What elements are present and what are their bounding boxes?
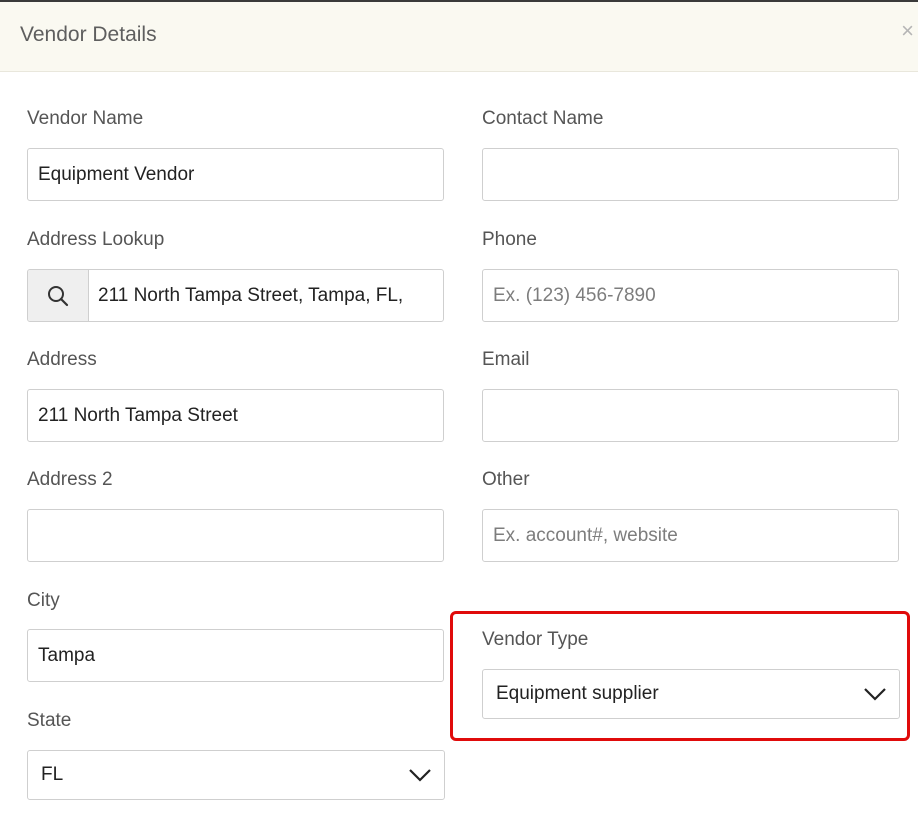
phone-placeholder: Ex. (123) 456-7890: [493, 285, 656, 306]
dialog-title: Vendor Details: [20, 23, 157, 46]
address-input[interactable]: 211 North Tampa Street: [27, 389, 444, 442]
email-input[interactable]: [482, 389, 899, 442]
chevron-down-icon: [409, 769, 431, 782]
state-label: State: [27, 710, 72, 731]
address-value: 211 North Tampa Street: [38, 405, 238, 426]
phone-input[interactable]: Ex. (123) 456-7890: [482, 269, 899, 322]
address-label: Address: [27, 349, 97, 370]
phone-label: Phone: [482, 229, 537, 250]
address-lookup-label: Address Lookup: [27, 229, 165, 250]
close-icon[interactable]: ×: [901, 20, 914, 42]
vendor-name-label: Vendor Name: [27, 108, 144, 129]
other-label: Other: [482, 469, 530, 490]
address2-label: Address 2: [27, 469, 113, 490]
address-lookup-input[interactable]: 211 North Tampa Street, Tampa, FL,: [27, 269, 444, 322]
other-placeholder: Ex. account#, website: [493, 525, 678, 546]
dialog-header: Vendor Details ×: [0, 2, 918, 72]
vendor-name-input[interactable]: Equipment Vendor: [27, 148, 444, 201]
contact-name-label: Contact Name: [482, 108, 604, 129]
vendor-type-label: Vendor Type: [482, 629, 589, 650]
address2-input[interactable]: [27, 509, 444, 562]
address-lookup-value: 211 North Tampa Street, Tampa, FL,: [98, 285, 404, 306]
vendor-type-value: Equipment supplier: [496, 683, 659, 704]
other-input[interactable]: Ex. account#, website: [482, 509, 899, 562]
contact-name-input[interactable]: [482, 148, 899, 201]
vendor-name-value: Equipment Vendor: [38, 164, 195, 185]
chevron-down-icon: [864, 688, 886, 701]
city-label: City: [27, 590, 60, 611]
vendor-type-select[interactable]: Equipment supplier: [482, 669, 900, 719]
search-icon[interactable]: [28, 270, 89, 321]
email-label: Email: [482, 349, 530, 370]
state-value: FL: [41, 764, 64, 785]
state-select[interactable]: FL: [27, 750, 445, 800]
city-input[interactable]: Tampa: [27, 629, 444, 682]
city-value: Tampa: [38, 645, 96, 666]
